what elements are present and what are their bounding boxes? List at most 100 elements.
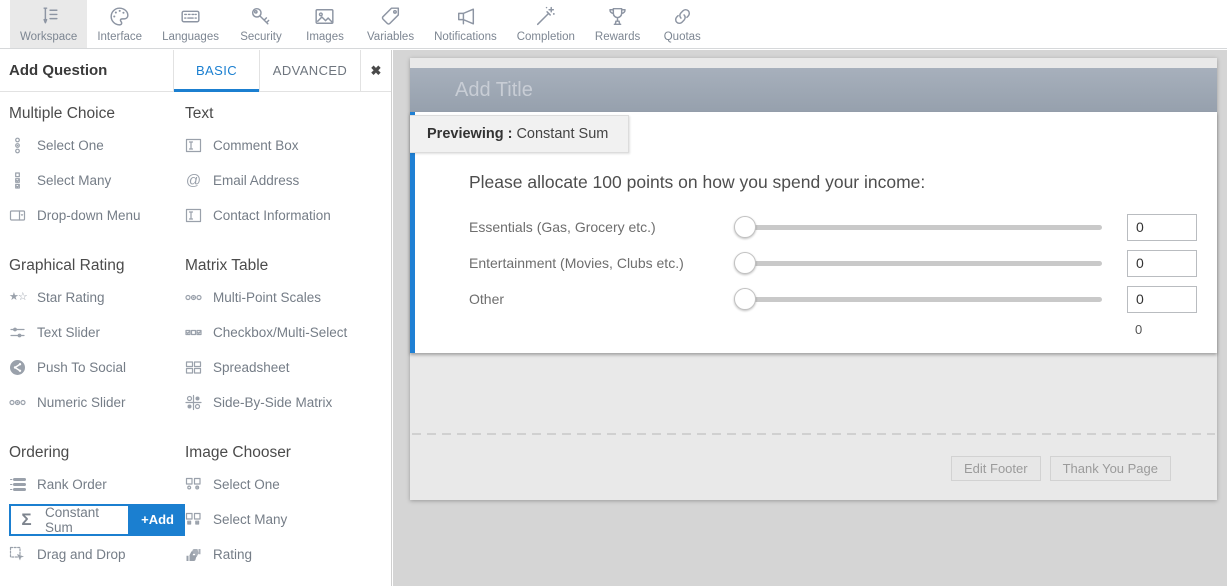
toolbar-item-variables[interactable]: Variables: [357, 0, 424, 48]
add-question-button[interactable]: +Add: [130, 504, 185, 536]
qtype-text-slider[interactable]: Text Slider: [9, 315, 185, 350]
section-title: Ordering: [9, 444, 185, 462]
edit-footer-button[interactable]: Edit Footer: [951, 456, 1041, 481]
qtype-label: Numeric Slider: [37, 395, 126, 410]
qtype-label: Star Rating: [37, 290, 105, 305]
slider-handle[interactable]: [734, 252, 756, 274]
section-title: Multiple Choice: [9, 105, 185, 123]
thumbs-icon: [185, 546, 202, 563]
rewards-icon: [605, 4, 630, 29]
qtype-label: Side-By-Side Matrix: [213, 395, 332, 410]
qtype-image-select-one[interactable]: Select One: [185, 467, 391, 502]
qtype-spreadsheet[interactable]: Spreadsheet: [185, 350, 391, 385]
allocation-row: Essentials (Gas, Grocery etc.): [469, 209, 1198, 245]
tab-basic[interactable]: BASIC: [173, 50, 259, 91]
image-radio-icon: [185, 476, 202, 493]
slider-track[interactable]: [736, 225, 1102, 230]
workspace-icon: [36, 4, 61, 29]
image-checkbox-icon: [185, 511, 202, 528]
qtype-multi-point-scales[interactable]: Multi-Point Scales: [185, 280, 391, 315]
languages-icon: [178, 4, 203, 29]
toolbar-item-rewards[interactable]: Rewards: [585, 0, 650, 48]
matrix-cells-icon: [185, 394, 202, 411]
toolbar-item-interface[interactable]: Interface: [87, 0, 152, 48]
toolbar-item-workspace[interactable]: Workspace: [10, 0, 87, 48]
sliders-icon: [9, 324, 26, 341]
question-text: Please allocate 100 points on how you sp…: [469, 172, 1198, 193]
allocation-value-input[interactable]: [1127, 286, 1197, 313]
footer-buttons: Edit Footer Thank You Page: [951, 456, 1171, 481]
qtype-image-select-many[interactable]: Select Many: [185, 502, 391, 537]
qtype-label: Push To Social: [37, 360, 126, 375]
qtype-checkbox-multi-select[interactable]: Checkbox/Multi-Select: [185, 315, 391, 350]
allocation-value-input[interactable]: [1127, 250, 1197, 277]
security-icon: [248, 4, 273, 29]
qtype-label: Comment Box: [213, 138, 299, 153]
slider-track[interactable]: [736, 297, 1102, 302]
page-break-divider: [412, 433, 1215, 435]
qtype-push-to-social[interactable]: Push To Social: [9, 350, 185, 385]
survey-title-input[interactable]: Add Title: [410, 68, 1217, 112]
qtype-contact-information[interactable]: Contact Information: [185, 198, 391, 233]
qtype-label: Spreadsheet: [213, 360, 290, 375]
qtype-email-address[interactable]: @ Email Address: [185, 163, 391, 198]
add-question-panel: Add Question BASIC ADVANCED ✖ Multiple C…: [0, 50, 392, 586]
toolbar-item-languages[interactable]: Languages: [152, 0, 229, 48]
toolbar-item-notifications[interactable]: Notifications: [424, 0, 507, 48]
qtype-label: Rating: [213, 547, 252, 562]
thank-you-page-button[interactable]: Thank You Page: [1050, 456, 1171, 481]
toolbar-item-security[interactable]: Security: [229, 0, 293, 48]
qtype-numeric-slider[interactable]: Numeric Slider: [9, 385, 185, 420]
slider-track[interactable]: [736, 261, 1102, 266]
previewing-label: Previewing :: [427, 126, 512, 142]
qtype-label: Select Many: [213, 512, 287, 527]
toolbar-item-label: Security: [240, 31, 282, 43]
constant-sum-selected[interactable]: Σ Constant Sum: [9, 504, 130, 536]
qtype-image-rating[interactable]: Rating: [185, 537, 391, 572]
multi-point-icon: [9, 394, 26, 411]
panel-title: Add Question: [0, 50, 173, 91]
section-multiple-choice: Multiple Choice Select One Select Many D…: [9, 92, 185, 233]
toolbar-item-quotas[interactable]: Quotas: [650, 0, 714, 48]
qtype-drag-and-drop[interactable]: Drag and Drop: [9, 537, 185, 572]
qtype-label: Select One: [213, 477, 280, 492]
qtype-comment-box[interactable]: Comment Box: [185, 128, 391, 163]
qtype-label: Select Many: [37, 173, 111, 188]
tab-advanced[interactable]: ADVANCED: [259, 50, 360, 91]
qtype-label: Email Address: [213, 173, 299, 188]
dropdown-icon: [9, 207, 26, 224]
toolbar-item-completion[interactable]: Completion: [507, 0, 585, 48]
slider-handle[interactable]: [734, 216, 756, 238]
allocation-label: Entertainment (Movies, Clubs etc.): [469, 255, 736, 271]
allocation-slider[interactable]: [736, 287, 1102, 311]
toolbar-item-label: Workspace: [20, 31, 77, 43]
qtype-select-many[interactable]: Select Many: [9, 163, 185, 198]
section-title: Text: [185, 105, 391, 123]
notifications-icon: [453, 4, 478, 29]
qtype-star-rating[interactable]: ★☆ Star Rating: [9, 280, 185, 315]
top-toolbar: Workspace Interface Languages Security I…: [0, 0, 1227, 49]
allocation-slider[interactable]: [736, 251, 1102, 275]
toolbar-item-images[interactable]: Images: [293, 0, 357, 48]
qtype-constant-sum-row: Σ Constant Sum +Add: [9, 502, 185, 537]
text-cursor-box-icon: [185, 207, 202, 224]
qtype-side-by-side-matrix[interactable]: Side-By-Side Matrix: [185, 385, 391, 420]
qtype-label: Rank Order: [37, 477, 107, 492]
slider-handle[interactable]: [734, 288, 756, 310]
at-icon: @: [185, 173, 202, 188]
close-icon[interactable]: ✖: [360, 50, 391, 91]
allocation-row: Entertainment (Movies, Clubs etc.): [469, 245, 1198, 281]
allocation-slider[interactable]: [736, 215, 1102, 239]
toolbar-item-label: Completion: [517, 31, 575, 43]
previewing-value: Constant Sum: [516, 126, 608, 142]
qtype-rank-order[interactable]: Rank Order: [9, 467, 185, 502]
radio-list-icon: [9, 137, 26, 154]
drag-drop-icon: [9, 546, 26, 563]
qtype-select-one[interactable]: Select One: [9, 128, 185, 163]
allocation-value-input[interactable]: [1127, 214, 1197, 241]
qtype-label: Drag and Drop: [37, 547, 126, 562]
qtype-dropdown-menu[interactable]: Drop-down Menu: [9, 198, 185, 233]
toolbar-item-label: Images: [306, 31, 344, 43]
variables-icon: [378, 4, 403, 29]
qtype-label: Text Slider: [37, 325, 100, 340]
